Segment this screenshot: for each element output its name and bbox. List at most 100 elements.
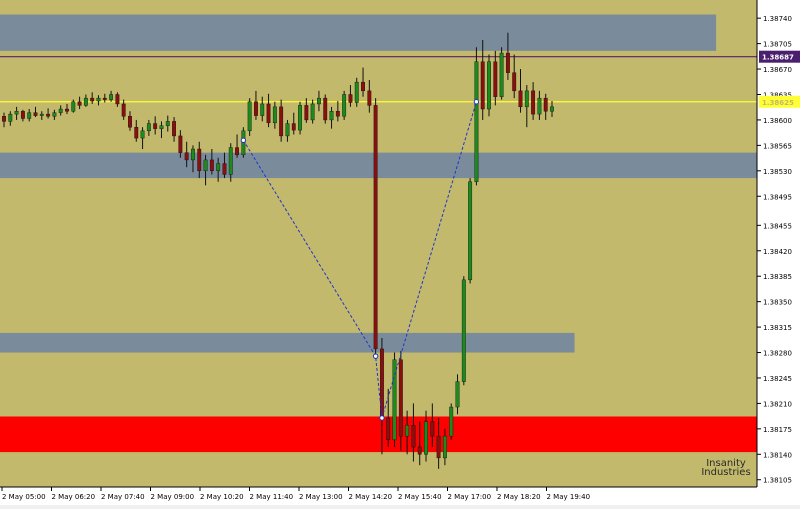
- plot-area: [0, 0, 757, 487]
- candle-body: [405, 425, 410, 437]
- candle-body: [436, 435, 441, 459]
- y-tick-label: 1.38420: [763, 248, 792, 256]
- candle-body: [102, 97, 107, 100]
- y-tick-label: 1.38140: [763, 451, 792, 459]
- candle-body: [140, 130, 145, 139]
- candle: [449, 403, 454, 440]
- candle: [298, 101, 302, 135]
- candle-body: [335, 111, 340, 117]
- y-tick-label: 1.38705: [763, 41, 792, 49]
- candle-body: [298, 105, 302, 131]
- x-tick-label: 2 May 15:40: [398, 493, 442, 501]
- y-tick-label: 1.38350: [763, 299, 792, 307]
- y-tick-label: 1.38245: [763, 375, 792, 383]
- candle-body: [254, 101, 258, 116]
- watermark-line-2: Industries: [701, 467, 750, 478]
- candle-body: [543, 97, 548, 112]
- candle-body: [65, 108, 69, 112]
- candle: [354, 77, 359, 107]
- candle-body: [209, 159, 214, 172]
- candle-body: [2, 116, 6, 122]
- dotted-path-node: [379, 415, 385, 421]
- zone-red-3: [0, 416, 757, 453]
- y-tick-label: 1.38530: [763, 168, 792, 176]
- candle-body: [115, 94, 120, 105]
- candle-body: [361, 81, 365, 92]
- x-tick-label: 2 May 06:20: [52, 493, 96, 501]
- candle-body: [90, 97, 95, 102]
- candle-body: [392, 359, 397, 440]
- y-tick-label: 1.38495: [763, 193, 792, 201]
- y-tick-label: 1.38385: [763, 273, 792, 281]
- candle-body: [260, 103, 265, 116]
- candle: [392, 352, 397, 448]
- y-tick-label: 1.38740: [763, 15, 792, 23]
- y-tick-label: 1.38175: [763, 426, 792, 434]
- y-tick-label: 1.38455: [763, 222, 792, 230]
- candle-body: [342, 94, 347, 117]
- candle-body: [550, 106, 554, 112]
- x-tick-label: 2 May 13:00: [299, 493, 343, 501]
- candle-body: [480, 61, 485, 110]
- candle-body: [247, 101, 252, 132]
- candle-body: [46, 113, 51, 117]
- candle-body: [304, 105, 309, 121]
- zone-blue-0: [0, 14, 717, 51]
- candle-body: [203, 159, 208, 172]
- candle-body: [474, 61, 479, 182]
- candle-body: [512, 72, 517, 92]
- candle-body: [424, 421, 428, 455]
- candle-body: [442, 435, 447, 459]
- candle-body: [96, 97, 101, 102]
- dotted-path-node: [240, 137, 247, 143]
- candle: [461, 276, 466, 386]
- candle-body: [266, 103, 271, 124]
- candle-body: [323, 97, 328, 121]
- candle-body: [285, 123, 290, 137]
- candle: [487, 54, 491, 117]
- candle-body: [235, 147, 239, 156]
- candle-body: [109, 94, 114, 100]
- candle-body: [518, 90, 523, 108]
- candle: [398, 351, 403, 451]
- y-tick-label: 1.38600: [763, 117, 792, 125]
- candle: [468, 178, 473, 284]
- candle-body: [153, 123, 158, 129]
- y-tick-label: 1.38105: [763, 477, 792, 485]
- candle-body: [291, 123, 296, 131]
- candle-body: [455, 381, 460, 408]
- candle-body: [146, 123, 151, 132]
- candle-body: [71, 101, 76, 112]
- candle-body: [487, 61, 491, 110]
- x-tick-label: 2 May 11:40: [250, 493, 294, 501]
- candle-body: [27, 112, 32, 119]
- y-tick-label: 1.38670: [763, 66, 792, 74]
- x-tick-label: 2 May 18:20: [497, 493, 541, 501]
- candle-body: [493, 61, 498, 97]
- price-chart[interactable]: 1.387401.387051.386701.386351.386001.385…: [0, 0, 800, 505]
- candle-body: [386, 417, 391, 440]
- dotted-path-node: [372, 353, 379, 359]
- candle-body: [449, 406, 454, 437]
- candle-body: [121, 103, 126, 117]
- candle-body: [33, 112, 38, 116]
- candle: [247, 98, 252, 136]
- candle-body: [159, 125, 164, 129]
- candle-body: [216, 163, 221, 172]
- candle-body: [499, 52, 504, 97]
- candle: [474, 47, 479, 186]
- candle-body: [354, 81, 359, 103]
- candle-body: [317, 97, 321, 105]
- candle-body: [531, 90, 536, 115]
- y-tick-label: 1.38565: [763, 142, 792, 150]
- candle-body: [8, 113, 13, 122]
- candle-body: [191, 148, 195, 161]
- price-badge-label: 1.38625: [762, 99, 794, 107]
- candle-body: [197, 148, 202, 172]
- x-tick-label: 2 May 10:20: [200, 493, 244, 501]
- candle-body: [411, 425, 416, 448]
- candle-body: [461, 279, 466, 382]
- candle-body: [537, 97, 542, 115]
- candle-body: [52, 112, 57, 117]
- y-tick-label: 1.38280: [763, 350, 792, 358]
